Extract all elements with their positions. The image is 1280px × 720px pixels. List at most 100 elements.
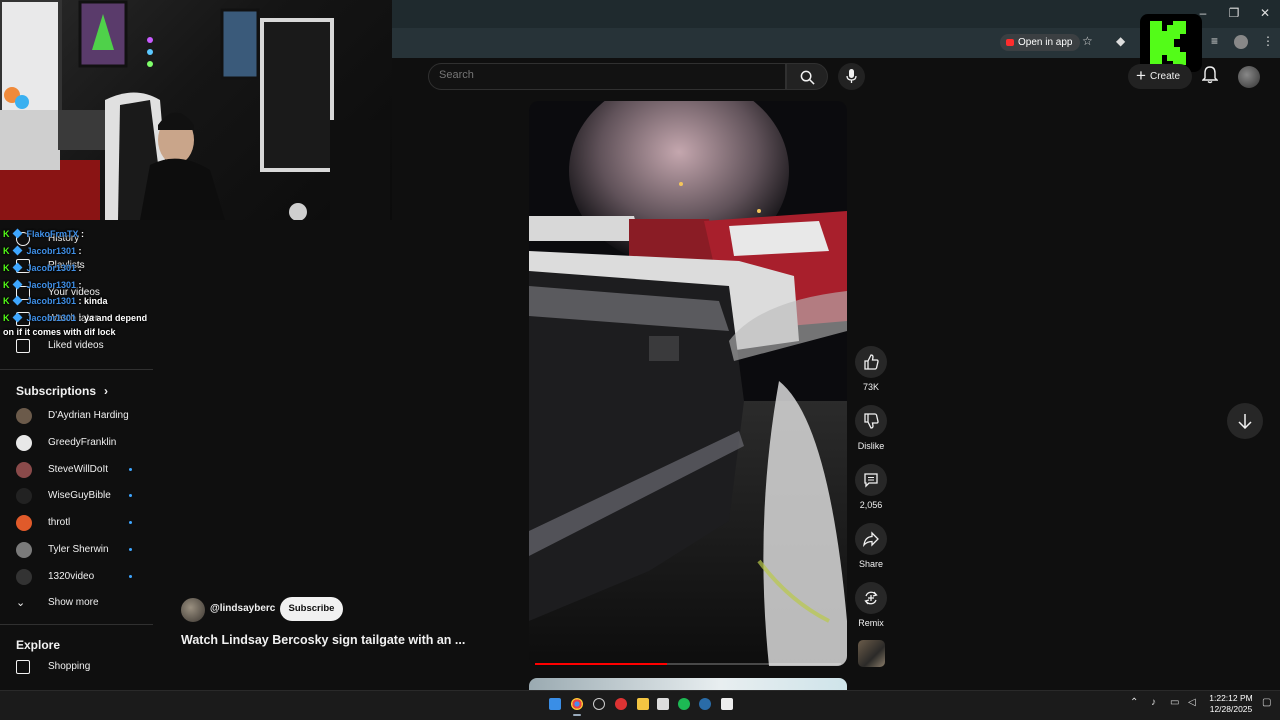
show-more-button[interactable]: ⌄ Show more — [0, 590, 153, 616]
steam-like-icon[interactable] — [593, 698, 605, 710]
next-short-preview[interactable] — [529, 678, 847, 690]
chat-username: Jacobr1301 — [26, 280, 77, 290]
close-window-button[interactable]: ✕ — [1250, 6, 1280, 20]
chat-separator: : — [76, 263, 82, 273]
channel-handle[interactable]: @lindsayberc — [210, 603, 275, 614]
short-video-player[interactable] — [529, 101, 847, 666]
liked-videos-icon — [16, 339, 30, 353]
shopping-icon — [16, 660, 30, 674]
chat-username: Jacobr1301 — [26, 313, 77, 323]
like-button[interactable] — [855, 346, 887, 378]
clock-date: 12/28/2025 — [1209, 704, 1253, 714]
subscription-item[interactable]: Tyler Sherwin — [0, 537, 153, 563]
channel-avatar — [16, 461, 32, 478]
restore-button[interactable]: ❐ — [1219, 6, 1249, 20]
new-content-dot — [129, 574, 132, 578]
profile-avatar[interactable] — [1234, 35, 1248, 49]
subscription-item[interactable]: WiseGuyBible — [0, 483, 153, 509]
subscribe-button[interactable]: Subscribe — [280, 597, 343, 621]
subscription-item[interactable]: 1320video — [0, 564, 153, 590]
subscriptions-heading[interactable]: Subscriptions › — [16, 384, 108, 398]
file-explorer-icon[interactable] — [637, 698, 649, 710]
short-title[interactable]: Watch Lindsay Bercosky sign tailgate wit… — [181, 633, 501, 647]
chrome-icon[interactable] — [571, 698, 583, 710]
notifications-bell-icon[interactable] — [1202, 66, 1218, 84]
diamond-badge-icon — [12, 312, 22, 323]
video-progress-bar[interactable] — [535, 663, 841, 665]
bookmark-star-icon[interactable]: ☆ — [1082, 34, 1093, 48]
kick-badge-icon: K — [3, 246, 10, 256]
open-in-app-button[interactable]: Open in app — [1000, 34, 1080, 51]
subscription-name: throtl — [48, 517, 71, 529]
browser-menu-icon[interactable]: ⋮ — [1262, 34, 1274, 48]
channel-avatar — [16, 542, 32, 558]
app-red-icon[interactable] — [615, 698, 627, 710]
network-icon[interactable]: ▭ — [1170, 697, 1179, 708]
subscription-name: GreedyFranklin — [48, 436, 117, 448]
sound-thumbnail[interactable] — [858, 640, 885, 667]
sidebar-divider — [0, 369, 153, 370]
extension-icon[interactable]: ◆ — [1116, 34, 1125, 48]
subscription-item[interactable]: throtl — [0, 510, 153, 536]
comments-button[interactable] — [855, 464, 887, 496]
sidebar-item-shopping[interactable]: Shopping — [0, 654, 153, 680]
subscription-name: 1320video — [48, 570, 95, 582]
start-menu-icon[interactable] — [549, 698, 561, 710]
channel-avatar — [16, 488, 32, 505]
next-short-button[interactable] — [1227, 403, 1263, 439]
chat-message: on if it comes with dif lock — [3, 327, 116, 337]
steam-icon[interactable] — [699, 698, 711, 710]
create-button[interactable]: Create — [1128, 63, 1192, 89]
notification-center-icon[interactable]: ▢ — [1262, 697, 1271, 708]
subscription-item[interactable]: D'Aydrian Harding — [0, 403, 153, 429]
video-progress-fill — [535, 663, 667, 665]
tray-chevron-up-icon[interactable]: ⌃ — [1130, 697, 1138, 708]
streamer-webcam — [0, 0, 392, 220]
remix-button[interactable] — [855, 582, 887, 614]
media-control-icon[interactable]: ≡ — [1211, 34, 1218, 48]
chat-message: K Jacobr1301 : — [3, 245, 82, 256]
subscription-name: Tyler Sherwin — [48, 544, 109, 555]
system-clock[interactable]: 1:22:12 PM 12/28/2025 — [1205, 693, 1257, 715]
comment-count: 2,056 — [859, 500, 883, 510]
chat-username: Jacobr1301 — [26, 246, 77, 256]
volume-icon[interactable]: ◁ — [1188, 697, 1196, 708]
subscription-item[interactable]: SteveWillDoIt — [0, 457, 153, 483]
diamond-badge-icon — [12, 295, 22, 306]
kick-badge-icon: K — [3, 263, 10, 273]
chat-username: FlakoFrmTX — [26, 229, 79, 239]
search-button[interactable] — [786, 63, 828, 90]
dislike-button[interactable] — [855, 405, 887, 437]
remix-icon — [864, 591, 878, 605]
active-app-indicator — [573, 714, 581, 716]
diamond-badge-icon — [12, 279, 22, 290]
search-input[interactable] — [439, 69, 769, 81]
chat-username: Jacobr1301 — [26, 296, 77, 306]
microphone-tray-icon[interactable]: ♪ — [1151, 697, 1156, 708]
comment-icon — [864, 473, 878, 488]
channel-avatar — [16, 515, 32, 532]
channel-avatar — [16, 408, 32, 424]
chat-message: K Jacobr1301 : ya and depend — [3, 312, 148, 323]
app-window-icon[interactable] — [657, 698, 669, 710]
explore-heading: Explore — [16, 638, 61, 652]
share-button[interactable] — [855, 523, 887, 555]
channel-avatar[interactable] — [181, 598, 205, 622]
subscription-item[interactable]: GreedyFranklin — [0, 430, 153, 456]
channel-avatar — [16, 434, 32, 451]
spotify-icon[interactable] — [678, 698, 690, 710]
new-content-dot — [129, 548, 132, 551]
chat-message: K Jacobr1301 : kinda — [3, 295, 108, 306]
chat-text: ya and depend — [84, 313, 148, 323]
new-content-dot — [129, 494, 132, 498]
diamond-badge-icon — [12, 228, 22, 239]
chat-message: K FlakoFrmTX : — [3, 228, 84, 239]
kick-badge-icon: K — [3, 296, 10, 306]
subscription-name: WiseGuyBible — [48, 490, 111, 502]
chevron-down-icon: ⌄ — [16, 597, 26, 609]
account-avatar[interactable] — [1238, 66, 1260, 88]
search-box — [428, 63, 786, 90]
share-icon — [863, 531, 879, 547]
voice-search-button[interactable] — [838, 63, 865, 90]
app-white-icon[interactable] — [721, 698, 733, 710]
